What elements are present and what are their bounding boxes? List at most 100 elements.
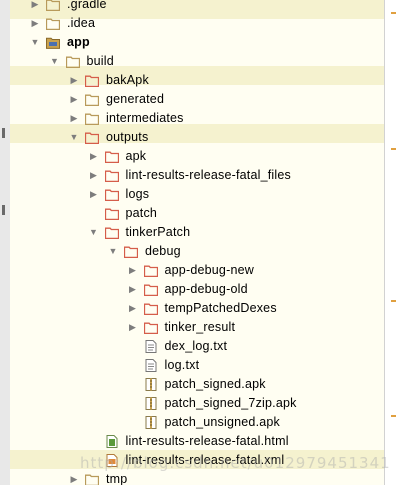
- excluded-folder-icon: [123, 245, 139, 259]
- folder-icon: [84, 473, 100, 485]
- tree-row-label: logs: [125, 187, 150, 201]
- chevron-down-icon[interactable]: ▼: [108, 242, 118, 261]
- excluded-folder-icon: [143, 321, 158, 335]
- tree-row-label: tempPatchedDexes: [164, 301, 277, 315]
- tree-row-label: patch: [125, 206, 158, 220]
- excluded-folder-icon: [104, 207, 119, 221]
- archive-file-icon: [144, 378, 158, 391]
- chevron-right-icon[interactable]: ▶: [30, 0, 40, 14]
- tree-row[interactable]: ▶ app-debug-new: [10, 261, 384, 280]
- tree-row-label: build: [86, 54, 114, 68]
- tree-row-label: apk: [125, 149, 147, 163]
- excluded-folder-icon: [143, 283, 158, 297]
- scroll-marker: [391, 12, 396, 14]
- tree-row[interactable]: ▶ logs: [10, 185, 384, 204]
- scroll-marker: [391, 148, 396, 150]
- excluded-folder-icon: [84, 74, 100, 88]
- chevron-down-icon[interactable]: ▼: [30, 33, 40, 52]
- folder-icon: [84, 93, 100, 107]
- tree-row-label: patch_signed_7zip.apk: [164, 396, 297, 410]
- tree-row[interactable]: ▶ generated: [10, 90, 384, 109]
- tree-row-label: log.txt: [164, 358, 200, 372]
- tree-row-label: app: [67, 35, 90, 49]
- tree-row[interactable]: ▼ outputs: [10, 128, 384, 147]
- tree-row-label: app-debug-new: [164, 263, 254, 277]
- chevron-right-icon[interactable]: ▶: [69, 109, 79, 128]
- tree-row[interactable]: log.txt: [10, 356, 384, 375]
- tree-row[interactable]: ▶ tinker_result: [10, 318, 384, 337]
- chevron-right-icon[interactable]: ▶: [89, 147, 99, 166]
- tree-row[interactable]: ▶ .idea: [10, 14, 384, 33]
- tree-row[interactable]: ▶ intermediates: [10, 109, 384, 128]
- tree-row-label: tinker_result: [164, 320, 236, 334]
- chevron-down-icon[interactable]: ▼: [89, 223, 99, 242]
- tree-row-label: lint-results-release-fatal_files: [125, 168, 291, 182]
- text-file-icon: [144, 359, 158, 372]
- tree-row[interactable]: ▼ app: [10, 33, 384, 52]
- gutter-marker: [2, 128, 5, 138]
- chevron-right-icon[interactable]: ▶: [69, 90, 79, 109]
- tree-row[interactable]: patch_signed_7zip.apk: [10, 394, 384, 413]
- tree-row[interactable]: ▶ bakApk: [10, 71, 384, 90]
- tree-row-label: .gradle: [67, 0, 107, 11]
- archive-file-icon: [144, 397, 158, 410]
- tree-row-label: dex_log.txt: [164, 339, 228, 353]
- chevron-right-icon[interactable]: ▶: [89, 166, 99, 185]
- tree-row[interactable]: ▶ tmp: [10, 470, 384, 485]
- tree-row[interactable]: ▼ tinkerPatch: [10, 223, 384, 242]
- tree-row[interactable]: ▼ build: [10, 52, 384, 71]
- tree-row-label: debug: [145, 244, 181, 258]
- tree-row-label: outputs: [106, 130, 149, 144]
- excluded-folder-icon: [104, 169, 119, 183]
- chevron-right-icon[interactable]: ▶: [69, 470, 79, 485]
- tree-row-label: intermediates: [106, 111, 184, 125]
- tree-row[interactable]: ▶ .gradle: [10, 0, 384, 14]
- chevron-right-icon[interactable]: ▶: [128, 261, 138, 280]
- tree-row-label: patch_unsigned.apk: [164, 415, 280, 429]
- folder-icon: [45, 17, 61, 31]
- tree-row[interactable]: ▼ debug: [10, 242, 384, 261]
- scroll-marker: [391, 300, 396, 302]
- tree-row-label: app-debug-old: [164, 282, 248, 296]
- tree-row[interactable]: ▶ tempPatchedDexes: [10, 299, 384, 318]
- chevron-right-icon[interactable]: ▶: [128, 299, 138, 318]
- tree-row[interactable]: ▶ lint-results-release-fatal_files: [10, 166, 384, 185]
- tree-row[interactable]: patch_unsigned.apk: [10, 413, 384, 432]
- tree-row-label: generated: [106, 92, 165, 106]
- excluded-folder-icon: [143, 264, 158, 278]
- tree-row[interactable]: lint-results-release-fatal.html: [10, 432, 384, 451]
- folder-icon: [84, 112, 100, 126]
- excluded-folder-icon: [143, 302, 158, 316]
- chevron-right-icon[interactable]: ▶: [128, 318, 138, 337]
- chevron-down-icon[interactable]: ▼: [69, 128, 79, 147]
- tree-row[interactable]: ▶ app-debug-old: [10, 280, 384, 299]
- excluded-folder-icon: [104, 150, 119, 164]
- excluded-folder-icon: [104, 188, 119, 202]
- tree-row-label: tmp: [106, 472, 128, 485]
- chevron-right-icon[interactable]: ▶: [128, 280, 138, 299]
- tree-row[interactable]: patch_signed.apk: [10, 375, 384, 394]
- tree-row[interactable]: patch: [10, 204, 384, 223]
- archive-file-icon: [144, 416, 158, 429]
- gutter-marker: [2, 205, 5, 215]
- tree-row-label: .idea: [67, 16, 96, 30]
- chevron-right-icon[interactable]: ▶: [89, 185, 99, 204]
- html-file-icon: [105, 435, 119, 448]
- watermark-text: http://blog.csdn.net/u012979451341: [80, 454, 391, 472]
- tree-row-label: bakApk: [106, 73, 149, 87]
- vertical-scrollbar[interactable]: [384, 0, 402, 485]
- text-file-icon: [144, 340, 158, 353]
- module-folder-icon: [46, 36, 60, 49]
- tree-row[interactable]: ▶ apk: [10, 147, 384, 166]
- chevron-right-icon[interactable]: ▶: [30, 14, 40, 33]
- chevron-right-icon[interactable]: ▶: [69, 71, 79, 90]
- excluded-folder-icon: [84, 131, 100, 145]
- folder-icon: [65, 55, 80, 69]
- project-tree[interactable]: ▶ .gradle ▶ .idea ▼ app ▼ build ▶ bakApk ▶ generate…: [10, 0, 384, 485]
- tree-row[interactable]: dex_log.txt: [10, 337, 384, 356]
- tree-row-label: lint-results-release-fatal.html: [125, 434, 289, 448]
- folder-icon: [45, 0, 61, 12]
- chevron-down-icon[interactable]: ▼: [50, 52, 60, 71]
- tree-row-label: tinkerPatch: [125, 225, 191, 239]
- excluded-folder-icon: [104, 226, 119, 240]
